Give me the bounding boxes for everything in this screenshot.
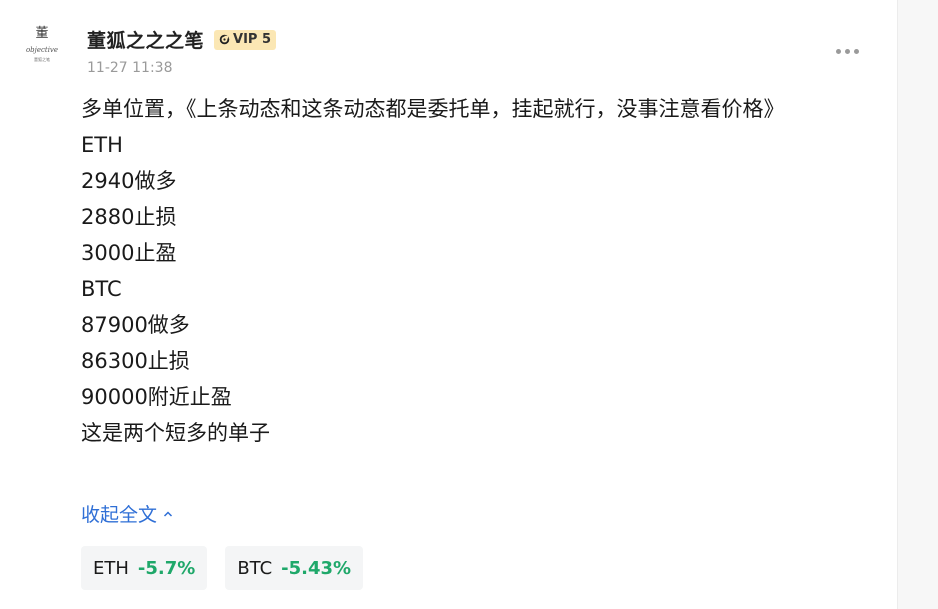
more-options-button[interactable] [832, 44, 862, 58]
vip-ring-icon [219, 34, 230, 45]
coin-symbol: ETH [93, 557, 129, 579]
coin-change: -5.43% [281, 557, 352, 579]
coin-change: -5.7% [137, 557, 196, 579]
coin-tag-eth[interactable]: ETH -5.7% [81, 546, 208, 590]
vip-label: VIP 5 [233, 32, 272, 47]
content-line: 90000附近止盈 [81, 385, 232, 409]
author-name[interactable]: 董狐之之之笔 [87, 26, 204, 53]
coin-symbol: BTC [237, 557, 273, 579]
avatar-logo-script: objective [25, 46, 59, 54]
coin-tag-btc[interactable]: BTC -5.43% [225, 546, 364, 590]
right-panel-edge [897, 0, 938, 609]
content-line: 87900做多 [81, 313, 190, 337]
post-timestamp: 11-27 11:38 [87, 60, 173, 76]
avatar-logo-small: 董狐之笔 [34, 57, 50, 62]
coin-tags: ETH -5.7% BTC -5.43% [81, 546, 364, 590]
avatar-logo-mark: 董 [35, 26, 49, 41]
post-card: 董 objective 董狐之笔 董狐之之之笔 VIP 5 11-27 11:3… [0, 0, 898, 609]
author-row: 董狐之之之笔 VIP 5 [87, 26, 277, 53]
avatar[interactable]: 董 objective 董狐之笔 [21, 25, 63, 75]
collapse-full-text-link[interactable]: 收起全文 [81, 500, 173, 527]
content-line: 多单位置，《上条动态和这条动态都是委托单，挂起就行，没事注意看价格》 [81, 97, 785, 121]
chevron-up-icon [163, 510, 173, 517]
content-line: 86300止损 [81, 349, 190, 373]
more-dots-icon [835, 48, 841, 54]
post-content: 多单位置，《上条动态和这条动态都是委托单，挂起就行，没事注意看价格》 ETH 2… [81, 91, 851, 451]
vip-badge: VIP 5 [214, 29, 277, 50]
collapse-label: 收起全文 [81, 504, 158, 526]
content-line: 这是两个短多的单子 [81, 421, 270, 445]
more-dot [844, 48, 850, 54]
content-line: ETH [81, 133, 123, 157]
content-line: 2880止损 [81, 205, 177, 229]
content-line: 2940做多 [81, 169, 177, 193]
content-line: 3000止盈 [81, 241, 177, 265]
more-dot [853, 48, 859, 54]
content-line: BTC [81, 277, 122, 301]
